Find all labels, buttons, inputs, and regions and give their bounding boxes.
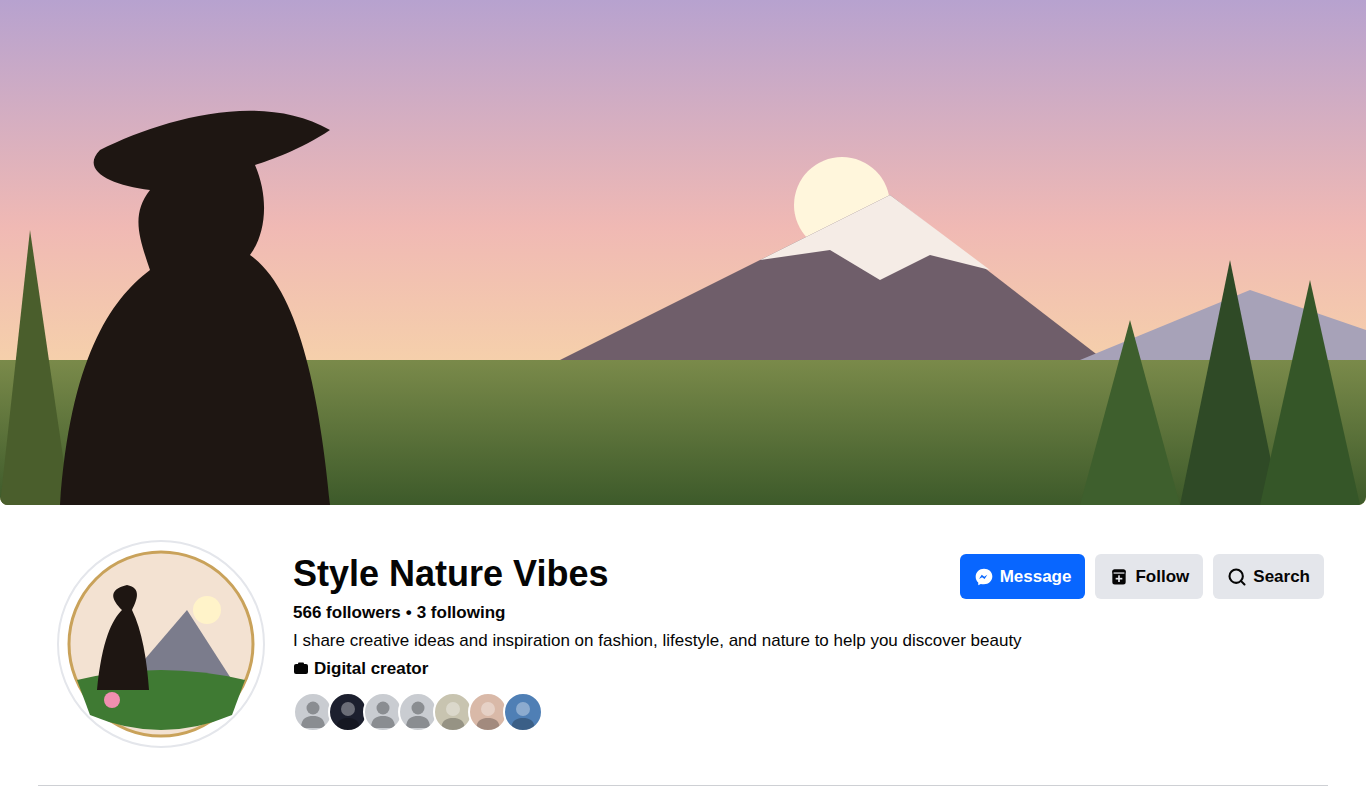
default-person-icon xyxy=(365,694,401,730)
profile-info: Style Nature Vibes 566 followers•3 follow… xyxy=(293,540,960,732)
person-photo-icon xyxy=(505,694,541,730)
follower-avatar[interactable] xyxy=(363,692,403,732)
header-divider xyxy=(38,785,1328,786)
person-photo-icon xyxy=(435,694,471,730)
separator: • xyxy=(406,602,412,624)
default-person-icon xyxy=(295,694,331,730)
cover xyxy=(0,0,1366,505)
follower-avatar[interactable] xyxy=(503,692,543,732)
search-button[interactable]: Search xyxy=(1213,554,1324,599)
follow-counts: 566 followers•3 following xyxy=(293,602,960,624)
facebook-page: Style Nature Vibes 566 followers•3 follow… xyxy=(0,0,1370,806)
search-icon xyxy=(1227,567,1247,587)
page-name: Style Nature Vibes xyxy=(293,552,960,596)
category-label: Digital creator xyxy=(314,658,428,680)
page-category: Digital creator xyxy=(293,658,960,680)
followers-count[interactable]: 566 followers xyxy=(293,602,401,624)
default-person-icon xyxy=(400,694,436,730)
follower-avatar[interactable] xyxy=(398,692,438,732)
follower-avatar[interactable] xyxy=(293,692,333,732)
button-label: Search xyxy=(1253,564,1310,590)
page-bio: I share creative ideas and inspiration o… xyxy=(293,630,960,652)
page-profile-picture[interactable] xyxy=(57,540,265,748)
follower-avatar[interactable] xyxy=(328,692,368,732)
profile-picture[interactable] xyxy=(57,540,265,748)
follow-page-icon xyxy=(1109,567,1129,587)
person-photo-icon xyxy=(330,694,366,730)
category-icon xyxy=(293,661,309,677)
following-count[interactable]: 3 following xyxy=(417,602,506,624)
message-button[interactable]: Message xyxy=(960,554,1086,599)
button-label: Follow xyxy=(1135,564,1189,590)
follower-avatars xyxy=(293,692,960,732)
person-photo-icon xyxy=(470,694,506,730)
action-buttons: Message Follow Search xyxy=(960,554,1324,599)
cover-photo[interactable] xyxy=(0,0,1366,505)
follower-avatar[interactable] xyxy=(468,692,508,732)
follow-button[interactable]: Follow xyxy=(1095,554,1203,599)
button-label: Message xyxy=(1000,564,1072,590)
profile-header: Style Nature Vibes 566 followers•3 follow… xyxy=(0,505,1370,748)
messenger-icon xyxy=(974,567,994,587)
follower-avatar[interactable] xyxy=(433,692,473,732)
